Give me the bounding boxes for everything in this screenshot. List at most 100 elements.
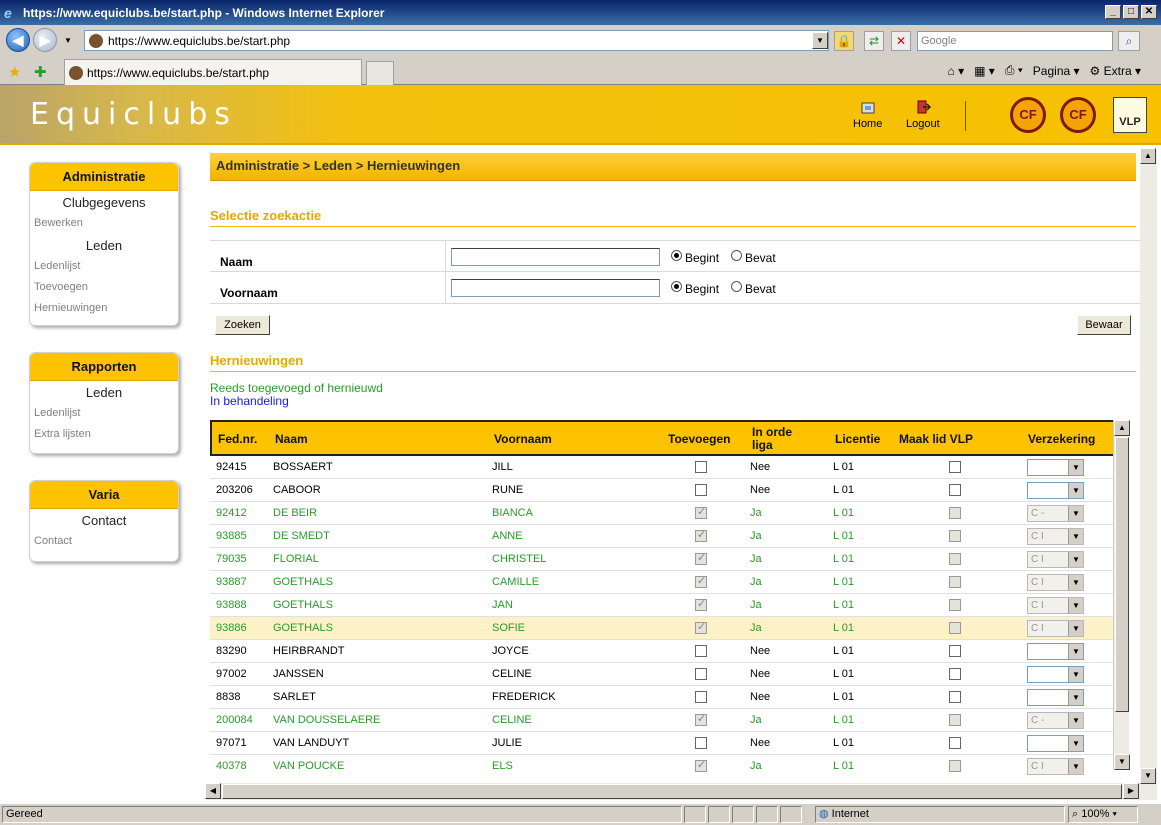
cell-licentie: L 01 [833,576,855,588]
menu-item-ledenlijst[interactable]: Ledenlijst [30,256,178,277]
stop-icon[interactable]: ✕ [891,31,911,51]
feeds-icon[interactable]: ▦ ▾ [974,64,995,78]
menu-item-ledenlijst-rapport[interactable]: Ledenlijst [30,403,178,424]
print-icon[interactable]: ⎙ ▾ [1005,63,1023,78]
zoeken-button[interactable]: Zoeken [215,315,270,335]
tab-title: https://www.equiclubs.be/start.php [87,65,270,80]
toevoegen-checkbox[interactable] [695,691,707,703]
zoom-control[interactable]: ⌕ 100% ▾ [1068,806,1138,823]
page-vertical-scrollbar[interactable]: ▲ ▼ [1140,148,1157,800]
naam-input[interactable] [451,248,660,266]
scroll-down-icon[interactable]: ▼ [1114,754,1130,770]
table-row[interactable]: 92415 BOSSAERT JILL Nee L 01 ▼ [210,456,1127,479]
favorites-star-icon[interactable]: ★ [8,63,21,81]
table-row[interactable]: 200084 VAN DOUSSELAERE CELINE Ja L 01 C - ▼ [210,709,1127,732]
verzekering-select[interactable]: ▼ [1027,643,1084,660]
scroll-up-icon[interactable]: ▲ [1114,420,1130,436]
verzekering-select[interactable]: ▼ [1027,735,1084,752]
home-icon[interactable]: ⌂ ▾ [948,64,965,78]
voornaam-input[interactable] [451,279,660,297]
history-dropdown-icon[interactable]: ▼ [60,33,76,50]
table-row[interactable]: 93887 GOETHALS CAMILLE Ja L 01 C I ▼ [210,571,1127,594]
scroll-thumb[interactable] [1115,437,1129,712]
add-favorite-icon[interactable]: ✚ [34,63,47,81]
bewaar-button[interactable]: Bewaar [1077,315,1131,335]
horizontal-scrollbar[interactable]: ◀ ▶ [205,783,1140,800]
refresh-icon[interactable]: ⇄ [864,31,884,51]
toevoegen-checkbox [695,620,707,634]
cell-naam: GOETHALS [273,622,333,634]
menu-item-hernieuwingen[interactable]: Hernieuwingen [30,298,178,319]
logout-link[interactable]: Logout [906,99,940,130]
naam-begint-label: Begint [685,251,720,265]
close-window-button[interactable]: ✕ [1141,5,1157,19]
tools-menu[interactable]: ⚙ Extra ▾ [1090,64,1141,78]
cell-voornaam: FREDERICK [492,691,556,703]
voornaam-begint-radio[interactable] [671,281,682,292]
search-input[interactable]: Google [917,31,1113,51]
chevron-down-icon: ▼ [1068,644,1083,659]
menu-title-administratie: Administratie [30,163,178,191]
search-go-icon[interactable]: ⌕ [1118,31,1140,51]
table-row[interactable]: 93888 GOETHALS JAN Ja L 01 C I ▼ [210,594,1127,617]
lock-icon[interactable]: 🔒 [834,31,854,51]
cell-fednr: 8838 [216,691,241,703]
browser-toolbar: ◀ ▶ ▼ https://www.equiclubs.be/start.php… [0,25,1161,85]
menu-item-bewerken[interactable]: Bewerken [30,213,178,234]
site-title: Equiclubs [30,97,237,132]
toevoegen-checkbox[interactable] [695,737,707,749]
table-row[interactable]: 92412 DE BEIR BIANCA Ja L 01 C - ▼ [210,502,1127,525]
naam-bevat-radio[interactable] [731,250,742,261]
cell-in-orde-liga: Ja [750,622,762,634]
page-menu[interactable]: Pagina ▾ [1033,64,1080,78]
table-row[interactable]: 8838 SARLET FREDERICK Nee L 01 ▼ [210,686,1127,709]
table-vertical-scrollbar[interactable]: ▲ ▼ [1113,420,1130,770]
minimize-button[interactable]: _ [1105,5,1121,19]
vlp-checkbox[interactable] [949,737,961,749]
new-tab-button[interactable] [366,61,394,85]
toevoegen-checkbox[interactable] [695,484,707,496]
home-link[interactable]: Home [853,99,882,130]
forward-button[interactable]: ▶ [33,28,57,52]
vlp-checkbox [949,576,961,588]
toevoegen-checkbox[interactable] [695,668,707,680]
vlp-checkbox[interactable] [949,645,961,657]
verzekering-select[interactable]: ▼ [1027,482,1084,499]
table-row[interactable]: 83290 HEIRBRANDT JOYCE Nee L 01 ▼ [210,640,1127,663]
scroll-left-icon[interactable]: ◀ [205,783,221,799]
menu-item-contact[interactable]: Contact [30,531,178,552]
vlp-checkbox[interactable] [949,461,961,473]
vlp-checkbox [949,714,961,726]
page-scroll-up-icon[interactable]: ▲ [1140,148,1156,164]
voornaam-row: Voornaam Begint Bevat [210,272,1140,304]
legend-green: Reeds toegevoegd of hernieuwd [210,381,383,395]
address-dropdown-icon[interactable]: ▼ [812,32,828,49]
verzekering-select[interactable]: ▼ [1027,459,1084,476]
table-row[interactable]: 93886 GOETHALS SOFIE Ja L 01 C I ▼ [210,617,1127,640]
vlp-checkbox[interactable] [949,668,961,680]
toevoegen-checkbox[interactable] [695,461,707,473]
naam-begint-radio[interactable] [671,250,682,261]
toevoegen-checkbox[interactable] [695,645,707,657]
table-row[interactable]: 79035 FLORIAL CHRISTEL Ja L 01 C I ▼ [210,548,1127,571]
table-row[interactable]: 97071 VAN LANDUYT JULIE Nee L 01 ▼ [210,732,1127,755]
page-scroll-down-icon[interactable]: ▼ [1140,768,1156,784]
table-row[interactable]: 93885 DE SMEDT ANNE Ja L 01 C I ▼ [210,525,1127,548]
voornaam-bevat-radio[interactable] [731,281,742,292]
browser-tab[interactable]: https://www.equiclubs.be/start.php [64,59,362,85]
vlp-checkbox[interactable] [949,691,961,703]
menu-item-toevoegen[interactable]: Toevoegen [30,277,178,298]
vlp-checkbox[interactable] [949,484,961,496]
cell-licentie: L 01 [833,530,855,542]
verzekering-select[interactable]: ▼ [1027,689,1084,706]
address-bar[interactable]: https://www.equiclubs.be/start.php [84,30,829,51]
maximize-button[interactable]: □ [1123,5,1139,19]
scroll-right-icon[interactable]: ▶ [1123,783,1139,799]
back-button[interactable]: ◀ [6,28,30,52]
hscroll-thumb[interactable] [222,784,1122,799]
menu-item-extra-lijsten[interactable]: Extra lijsten [30,424,178,445]
table-row[interactable]: 203206 CABOOR RUNE Nee L 01 ▼ [210,479,1127,502]
verzekering-select[interactable]: ▼ [1027,666,1084,683]
table-row[interactable]: 97002 JANSSEN CELINE Nee L 01 ▼ [210,663,1127,686]
table-row[interactable]: 40378 VAN POUCKE ELS Ja L 01 C I ▼ [210,755,1127,775]
